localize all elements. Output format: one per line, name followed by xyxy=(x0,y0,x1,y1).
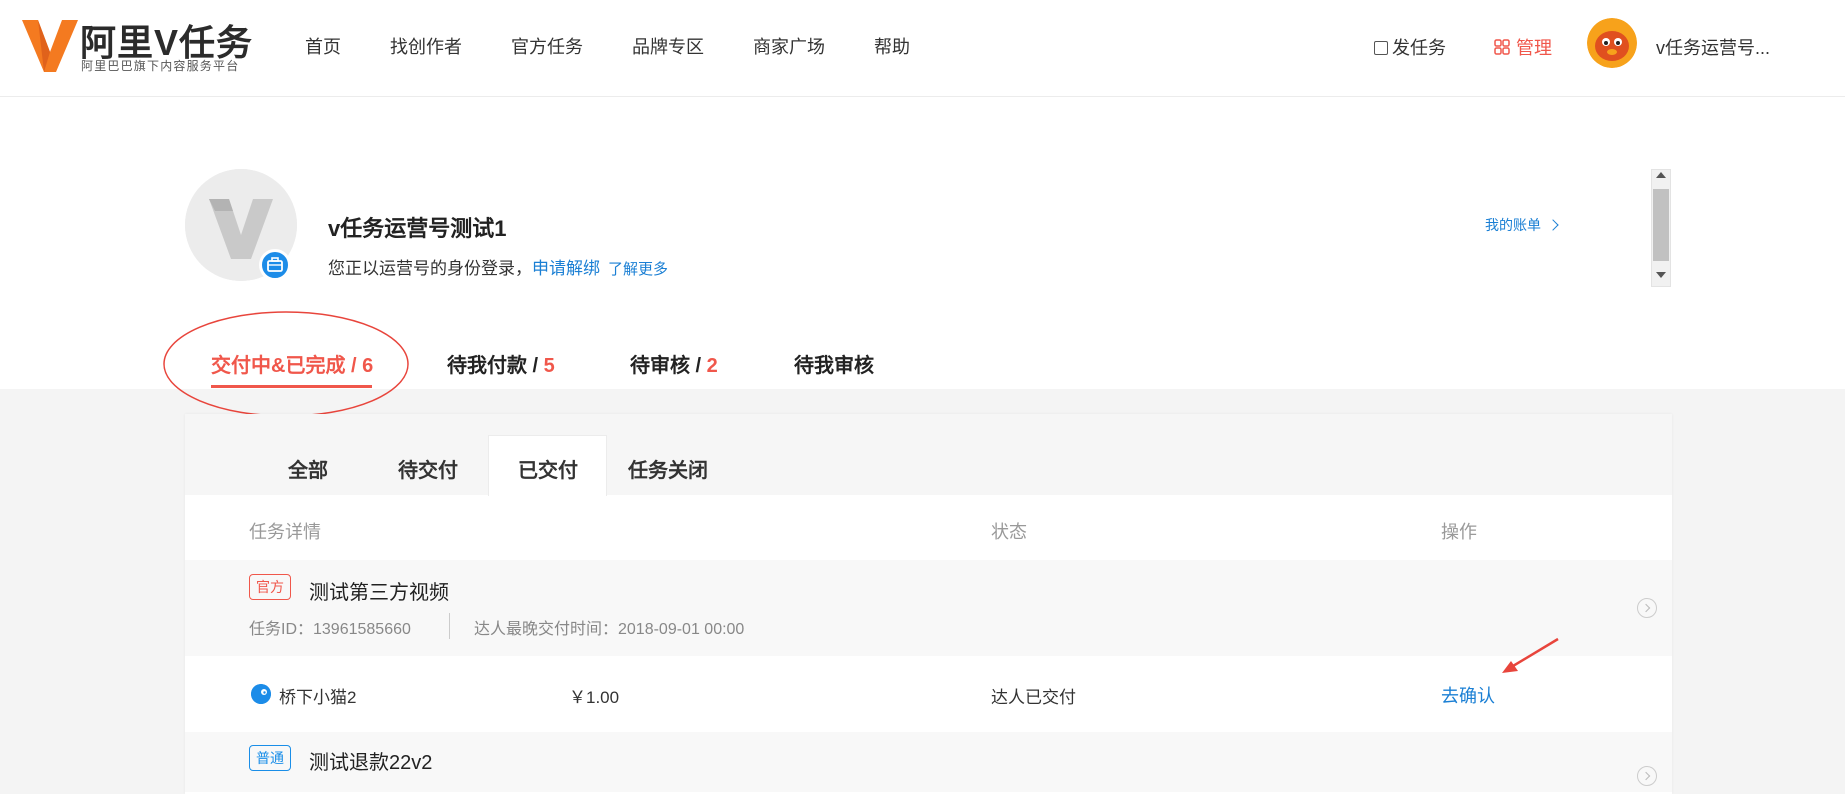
talent-icon xyxy=(251,684,271,704)
scroll-down-arrow-icon[interactable] xyxy=(1656,272,1666,278)
my-bill-link[interactable]: 我的账单 xyxy=(1485,215,1559,235)
task-status: 达人已交付 xyxy=(991,688,1076,707)
logo-v-icon[interactable] xyxy=(22,20,78,72)
meta-divider xyxy=(449,613,450,639)
nav-help[interactable]: 帮助 xyxy=(874,33,910,59)
task-title[interactable]: 测试退款22v2 xyxy=(309,746,432,775)
grid-icon xyxy=(1494,39,1510,55)
subtab-all[interactable]: 全部 xyxy=(288,454,328,483)
subtab-pending-delivery[interactable]: 待交付 xyxy=(398,454,458,483)
tab-count: 2 xyxy=(706,355,718,377)
tab-label: 待我审核 xyxy=(794,355,874,377)
task-deadline: 达人最晚交付时间：2018-09-01 00:00 xyxy=(474,621,745,638)
unbind-link[interactable]: 申请解绑 xyxy=(532,259,600,278)
nav-brand-zone[interactable]: 品牌专区 xyxy=(632,33,704,59)
tab-label: 待我付款 / xyxy=(447,355,544,377)
publish-label: 发任务 xyxy=(1392,38,1446,58)
tab-pending-my-review[interactable]: 待我审核 xyxy=(794,349,874,378)
nav-merchant-plaza[interactable]: 商家广场 xyxy=(753,33,825,59)
main-nav: 首页 找创作者 官方任务 品牌专区 商家广场 帮助 xyxy=(305,33,959,59)
publish-icon xyxy=(1374,41,1388,55)
nav-home[interactable]: 首页 xyxy=(305,33,341,59)
task-price: ￥1.00 xyxy=(569,688,620,707)
my-bill-label: 我的账单 xyxy=(1485,217,1541,233)
column-action: 操作 xyxy=(1441,522,1477,542)
nav-find-creators[interactable]: 找创作者 xyxy=(390,33,462,59)
learn-more-link[interactable]: 了解更多 xyxy=(608,261,668,278)
user-name[interactable]: v任务运营号... xyxy=(1656,34,1770,60)
manage-button[interactable]: 管理 xyxy=(1494,34,1552,60)
confirm-link[interactable]: 去确认 xyxy=(1441,682,1495,708)
tab-label: 待审核 / xyxy=(630,355,707,377)
nav-official-tasks[interactable]: 官方任务 xyxy=(511,33,583,59)
subtab-delivered[interactable]: 已交付 xyxy=(518,454,578,483)
talent-name[interactable]: 桥下小猫2 xyxy=(279,683,356,708)
subtab-closed[interactable]: 任务关闭 xyxy=(628,454,708,483)
task-tag-normal: 普通 xyxy=(249,745,291,771)
column-task-detail: 任务详情 xyxy=(249,522,321,542)
manage-label: 管理 xyxy=(1516,38,1552,58)
column-status: 状态 xyxy=(991,522,1027,542)
task-tag-official: 官方 xyxy=(249,574,291,600)
task-row[interactable] xyxy=(185,560,1672,656)
tab-pending-my-payment[interactable]: 待我付款 / 5 xyxy=(447,349,555,378)
expand-arrow-icon[interactable] xyxy=(1637,766,1657,786)
tab-count: 5 xyxy=(543,355,555,377)
login-info: 您正以运营号的身份登录，申请解绑 了解更多 xyxy=(328,254,668,279)
chevron-right-icon xyxy=(1547,219,1559,231)
annotation-ellipse xyxy=(163,311,409,417)
user-avatar[interactable] xyxy=(1587,18,1637,68)
logo-subtitle: 阿里巴巴旗下内容服务平台 xyxy=(81,59,240,73)
publish-task-button[interactable]: 发任务 xyxy=(1374,34,1446,60)
task-id: 任务ID：13961585660 xyxy=(249,621,411,638)
annotation-arrow-icon xyxy=(1502,637,1559,673)
scrollbar-thumb[interactable] xyxy=(1653,189,1669,261)
expand-arrow-icon[interactable] xyxy=(1637,598,1657,618)
login-text: 您正以运营号的身份登录， xyxy=(328,259,532,278)
briefcase-badge-icon xyxy=(259,249,291,281)
scroll-up-arrow-icon[interactable] xyxy=(1656,172,1666,178)
task-title[interactable]: 测试第三方视频 xyxy=(309,576,449,605)
tab-pending-review[interactable]: 待审核 / 2 xyxy=(630,349,718,378)
account-name: v任务运营号测试1 xyxy=(328,216,507,241)
